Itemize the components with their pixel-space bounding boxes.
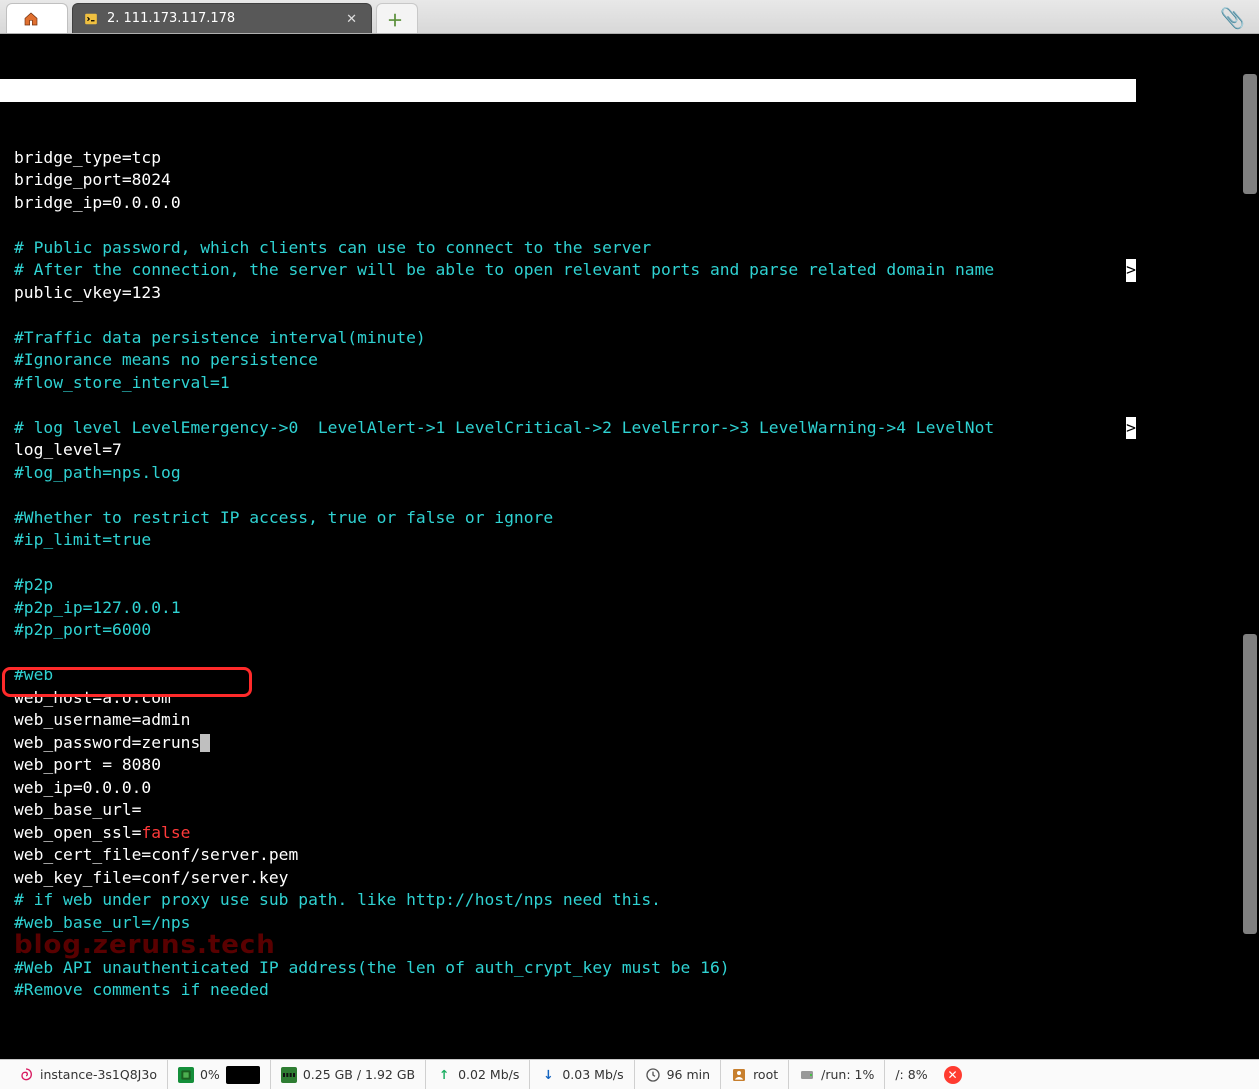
cpu-graph — [226, 1066, 260, 1084]
tab-bar: 2. 111.173.117.178 ✕ ＋ 📎 — [0, 0, 1259, 34]
editor-line — [0, 394, 1136, 417]
home-icon — [23, 11, 39, 27]
editor-line — [0, 642, 1136, 665]
editor-line: web_cert_file=conf/server.pem — [0, 844, 1136, 867]
editor-line — [0, 552, 1136, 575]
editor-line: #flow_store_interval=1 — [0, 372, 1136, 395]
editor-line: #p2p_port=6000 — [0, 619, 1136, 642]
status-net-dn: ↓ 0.03 Mb/s — [530, 1060, 634, 1089]
editor-line — [0, 934, 1136, 957]
editor-line: #p2p — [0, 574, 1136, 597]
editor-line: web_port = 8080 — [0, 754, 1136, 777]
editor-line: bridge_ip=0.0.0.0 — [0, 192, 1136, 215]
terminal-area[interactable]: GNU nano 7.2 /opt/nps/conf/nps.conf * br… — [0, 34, 1259, 1059]
editor-line: #Traffic data persistence interval(minut… — [0, 327, 1136, 350]
editor-line: # Public password, which clients can use… — [0, 237, 1136, 260]
status-cpu: 0% — [168, 1060, 271, 1089]
editor-line: #Web API unauthenticated IP address(the … — [0, 957, 1136, 980]
paperclip-icon[interactable]: 📎 — [1220, 6, 1245, 30]
editor-line: bridge_type=tcp — [0, 147, 1136, 170]
status-cpu-text: 0% — [200, 1067, 220, 1082]
tab-active-terminal[interactable]: 2. 111.173.117.178 ✕ — [72, 3, 372, 33]
home-tab[interactable] — [6, 3, 68, 33]
editor-line: #web — [0, 664, 1136, 687]
editor-line: #Whether to restrict IP access, true or … — [0, 507, 1136, 530]
editor-line: web_host=a.o.com — [0, 687, 1136, 710]
editor-line — [0, 484, 1136, 507]
editor-line: web_key_file=conf/server.key — [0, 867, 1136, 890]
clock-icon — [645, 1067, 661, 1083]
editor-line: #ip_limit=true — [0, 529, 1136, 552]
status-host: instance-3s1Q8J3o — [8, 1060, 168, 1089]
disk-icon — [799, 1067, 815, 1083]
editor-line: public_vkey=123 — [0, 282, 1136, 305]
editor-line: # if web under proxy use sub path. like … — [0, 889, 1136, 912]
editor-line: #Ignorance means no persistence — [0, 349, 1136, 372]
editor-line: web_username=admin — [0, 709, 1136, 732]
editor-line: #p2p_ip=127.0.0.1 — [0, 597, 1136, 620]
editor-line — [0, 304, 1136, 327]
upload-icon: ↑ — [436, 1067, 452, 1083]
status-disk1: /run: 1% — [789, 1060, 885, 1089]
download-icon: ↓ — [540, 1067, 556, 1083]
debian-icon — [18, 1067, 34, 1083]
status-disk1-text: /run: 1% — [821, 1067, 874, 1082]
editor-line: log_level=7 — [0, 439, 1136, 462]
editor-line: #web_base_url=/nps — [0, 912, 1136, 935]
editor-line: web_password=zeruns — [0, 732, 1136, 755]
status-mem-text: 0.25 GB / 1.92 GB — [303, 1067, 415, 1082]
status-net-up-text: 0.02 Mb/s — [458, 1067, 519, 1082]
editor-line — [0, 1002, 1136, 1025]
status-host-text: instance-3s1Q8J3o — [40, 1067, 157, 1082]
new-tab-button[interactable]: ＋ — [376, 3, 418, 33]
status-net-up: ↑ 0.02 Mb/s — [426, 1060, 530, 1089]
status-mem: 0.25 GB / 1.92 GB — [271, 1060, 426, 1089]
editor-line: web_ip=0.0.0.0 — [0, 777, 1136, 800]
editor-line: # After the connection, the server will … — [0, 259, 1136, 282]
terminal-content: GNU nano 7.2 /opt/nps/conf/nps.conf * br… — [0, 34, 1136, 1059]
editor-line: bridge_port=8024 — [0, 169, 1136, 192]
editor-line: web_base_url= — [0, 799, 1136, 822]
status-uptime: 96 min — [635, 1060, 721, 1089]
editor-line: #log_path=nps.log — [0, 462, 1136, 485]
nano-file-path: /opt/nps/conf/nps.conf * — [0, 124, 1136, 147]
plus-icon: ＋ — [387, 7, 403, 31]
user-icon — [731, 1067, 747, 1083]
tab-title: 2. 111.173.117.178 — [107, 11, 336, 26]
nano-app-label: GNU nano 7.2 — [18, 102, 136, 125]
status-uptime-text: 96 min — [667, 1067, 710, 1082]
nano-titlebar: GNU nano 7.2 /opt/nps/conf/nps.conf * — [0, 79, 1136, 102]
editor-line — [0, 214, 1136, 237]
editor-line: # log level LevelEmergency->0 LevelAlert… — [0, 417, 1136, 440]
close-icon[interactable]: ✕ — [346, 11, 357, 27]
cpu-icon — [178, 1067, 194, 1083]
terminal-scrollbar[interactable] — [1239, 34, 1259, 1059]
status-user-text: root — [753, 1067, 778, 1082]
ram-icon — [281, 1067, 297, 1083]
status-disk2: /: 8% — [885, 1060, 937, 1089]
status-bar: instance-3s1Q8J3o 0% 0.25 GB / 1.92 GB ↑… — [0, 1059, 1259, 1089]
error-indicator-icon[interactable]: ✕ — [944, 1066, 962, 1084]
status-net-dn-text: 0.03 Mb/s — [562, 1067, 623, 1082]
terminal-icon — [83, 11, 99, 27]
status-disk2-text: /: 8% — [895, 1067, 927, 1082]
editor-line: #Remove comments if needed — [0, 979, 1136, 1002]
editor-line: web_open_ssl=false — [0, 822, 1136, 845]
status-user: root — [721, 1060, 789, 1089]
